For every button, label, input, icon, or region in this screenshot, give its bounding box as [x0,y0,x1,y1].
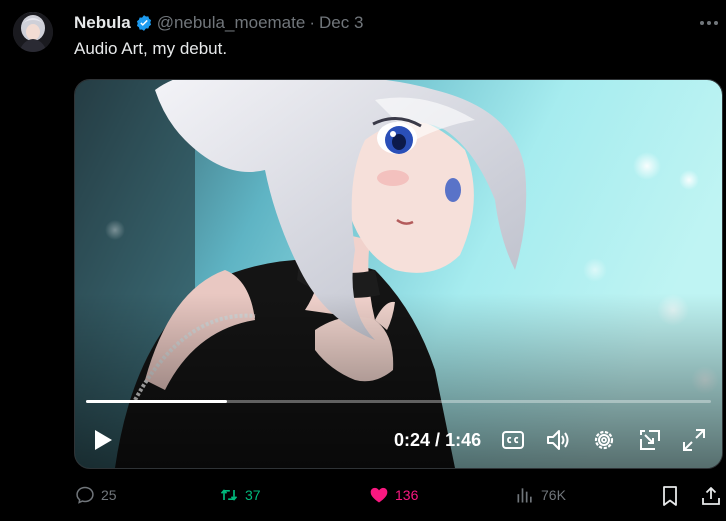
avatar[interactable] [13,12,53,52]
video-player[interactable]: 0:24 / 1:46 [74,79,723,469]
repost-count: 37 [245,487,261,503]
like-count: 136 [395,487,419,503]
video-frame-image [75,80,722,468]
share-icon[interactable] [700,485,722,507]
author-handle[interactable]: @nebula_moemate [157,13,306,33]
heart-icon [370,487,388,503]
reply-icon [76,486,94,504]
repost-icon [220,489,238,501]
progress-bar[interactable] [86,400,711,403]
verified-badge-icon [136,15,151,31]
volume-icon[interactable] [545,427,571,453]
video-time: 0:24 / 1:46 [394,430,481,451]
current-time: 0:24 [394,430,431,450]
views-count: 76K [541,487,566,503]
reply-button[interactable]: 25 [75,485,117,505]
fullscreen-icon[interactable] [681,427,707,453]
tweet-header: Nebula @nebula_moemate · Dec 3 [74,13,363,33]
avatar-image [13,12,53,52]
action-bar: 25 37 136 76K [0,482,726,512]
repost-button[interactable]: 37 [219,485,261,505]
video-controls: 0:24 / 1:46 [75,420,722,462]
bookmark-icon[interactable] [660,485,680,507]
tweet: Nebula @nebula_moemate · Dec 3 Audio Art… [0,0,726,521]
reply-count: 25 [101,487,117,503]
post-date[interactable]: Dec 3 [319,13,363,33]
views-button[interactable]: 76K [515,485,566,505]
post-text: Audio Art, my debut. [74,39,228,58]
separator-dot: · [309,13,315,32]
settings-icon[interactable] [591,427,617,453]
play-icon[interactable] [92,428,114,452]
more-options-icon[interactable] [697,14,721,32]
analytics-icon [517,488,532,503]
duration: 1:46 [445,430,482,450]
author-name[interactable]: Nebula [74,13,131,33]
time-separator: / [435,430,441,450]
like-button[interactable]: 136 [369,485,418,505]
progress-bar-fill [86,400,228,403]
pip-icon[interactable] [637,427,663,453]
captions-icon[interactable] [500,427,526,453]
